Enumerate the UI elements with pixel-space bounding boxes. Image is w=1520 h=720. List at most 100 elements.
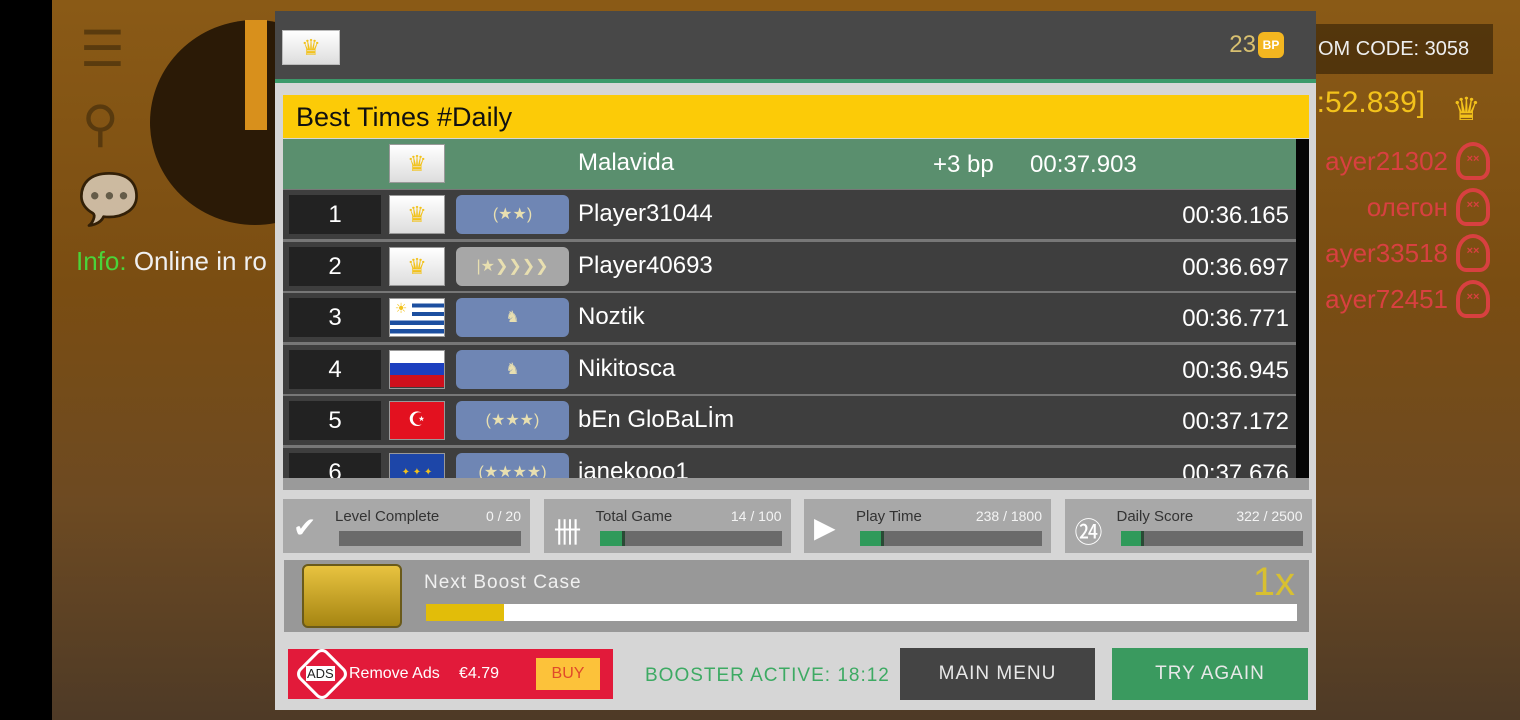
crown-icon: ♛ <box>1452 91 1481 127</box>
room-code: OM CODE: 3058 <box>1300 24 1493 74</box>
boost-case-image <box>302 564 402 628</box>
stat-play-time: ▶ Play Time 238 / 1800 <box>804 499 1051 553</box>
player-name: Malavida <box>578 149 675 176</box>
remove-ads-price: €4.79 <box>459 665 500 682</box>
modal-header: ♛ 23 BP <box>275 11 1316 83</box>
flag-turkey-icon: ☪ <box>389 401 445 440</box>
killfeed: ayer21302 ×× олегон ×× ayer33518 ×× ayer724… <box>1325 138 1490 322</box>
crown-icon: ♛ <box>389 195 445 234</box>
chat-icon[interactable]: 💬 <box>78 170 140 229</box>
rank-badge-soldier-icon: ♞ <box>456 349 569 389</box>
boost-progress-fill <box>426 604 505 621</box>
rank-badge-silver-chevrons-icon: |★❯❯❯❯ <box>456 246 569 286</box>
bp-icon: BP <box>1258 32 1284 58</box>
my-row: ♛ Malavida +3 bp 00:37.903 <box>283 139 1297 189</box>
stat-progress-fill <box>1120 531 1145 546</box>
info-message: Info: Online in ro <box>76 246 267 277</box>
flag-uruguay-icon: ☀ <box>389 298 445 337</box>
skull-icon: ×× <box>1456 188 1490 226</box>
rank: 4 <box>289 349 381 389</box>
flag-russia-icon <box>389 349 445 389</box>
bp-count: 23 <box>1229 31 1256 58</box>
main-menu-button[interactable]: MAIN MENU <box>900 648 1095 700</box>
booster-status: BOOSTER ACTIVE: 18:12 <box>645 665 890 686</box>
scrollbar[interactable] <box>1296 139 1309 490</box>
rank-badge-laurel-3-stars-icon: (★★★) <box>456 401 569 440</box>
stat-progress <box>339 531 521 546</box>
player-time: 00:36.697 <box>1182 253 1289 281</box>
crown-icon: ♛ <box>389 144 445 183</box>
play-icon: ▶ <box>814 512 836 543</box>
stat-progress-fill <box>860 531 884 546</box>
kill-entry: ayer72451 ×× <box>1325 276 1490 322</box>
rank: 3 <box>289 298 381 337</box>
player-name: Noztik <box>578 303 645 330</box>
results-modal: ♛ 23 BP Best Times #Daily ♛ Malavida +3 b… <box>275 11 1316 710</box>
stat-progress-fill <box>599 531 625 546</box>
info-label: Info: <box>76 246 127 276</box>
leaderboard-list[interactable]: ♛ Malavida +3 bp 00:37.903 1 ♛ (★★) Playe… <box>283 139 1309 490</box>
rank-badge-laurel-2-stars-icon: (★★) <box>456 195 569 234</box>
stat-progress <box>860 531 1042 546</box>
list-footer <box>283 478 1309 490</box>
stat-level-complete: ✔ Level Complete 0 / 20 <box>283 499 530 553</box>
table-row[interactable]: 4 ♞ Nikitosca 00:36.945 <box>283 344 1297 394</box>
menu-icon[interactable]: ☰ <box>80 20 125 78</box>
player-name: Player31044 <box>578 200 713 227</box>
stat-daily-score: ㉔ Daily Score 322 / 2500 <box>1064 499 1312 553</box>
player-time: 00:37.172 <box>1182 408 1289 435</box>
table-row[interactable]: 1 ♛ (★★) Player31044 00:36.165 <box>283 190 1297 239</box>
player-name: Player40693 <box>578 251 713 279</box>
player-name: bEn GloBaLİm <box>578 406 735 433</box>
player-time: 00:37.903 <box>1030 151 1137 178</box>
stat-name: Level Complete <box>335 508 440 525</box>
stat-value: 238 / 1800 <box>975 508 1042 524</box>
check-circle-icon: ✔ <box>293 512 317 543</box>
stat-total-game: 卌 Total Game 14 / 100 <box>543 499 791 553</box>
crown-icon: ♛ <box>389 246 445 286</box>
rank: 5 <box>289 401 381 440</box>
remove-ads-panel[interactable]: ADS Remove Ads €4.79 BUY <box>288 645 613 703</box>
stat-value: 0 / 20 <box>485 508 521 524</box>
boost-case-panel: Next Boost Case 1x <box>284 560 1309 632</box>
skull-icon: ×× <box>1456 142 1490 180</box>
leaderboard-title: Best Times #Daily <box>283 95 1309 138</box>
stat-name: Total Game <box>595 508 673 525</box>
rank: 2 <box>289 246 381 286</box>
info-text: Online in ro <box>133 246 267 276</box>
table-row[interactable]: 3 ☀ ♞ Noztik 00:36.771 <box>283 293 1297 342</box>
try-again-button[interactable]: TRY AGAIN <box>1112 648 1308 700</box>
kill-entry: ayer33518 ×× <box>1325 230 1490 276</box>
kill-name: ayer33518 <box>1325 237 1448 268</box>
tally-icon: 卌 <box>553 517 582 548</box>
player-time: 00:36.165 <box>1182 202 1289 229</box>
stat-name: Play Time <box>856 508 922 525</box>
remove-ads-label: Remove Ads <box>349 665 440 682</box>
no-ads-icon-text: ADS <box>306 666 335 681</box>
crown-tab-button[interactable]: ♛ <box>282 30 340 65</box>
stat-name: Daily Score <box>1116 508 1194 525</box>
table-row[interactable]: 2 ♛ |★❯❯❯❯ Player40693 00:36.697 <box>283 241 1297 291</box>
kill-entry: ayer21302 ×× <box>1325 138 1490 184</box>
buy-button[interactable]: BUY <box>536 658 600 690</box>
stat-progress <box>1120 531 1303 546</box>
stat-progress <box>599 531 782 546</box>
table-row[interactable]: 5 ☪ (★★★) bEn GloBaLİm 00:37.172 <box>283 396 1297 445</box>
stat-value: 322 / 2500 <box>1236 508 1303 524</box>
bp-gain: +3 bp <box>933 151 994 178</box>
kill-name: ayer21302 <box>1325 145 1448 176</box>
boost-progress <box>426 604 1297 621</box>
minimap-markers <box>245 20 267 130</box>
location-icon[interactable]: ⚲ <box>82 95 119 153</box>
stat-value: 14 / 100 <box>730 508 782 524</box>
player-time: 00:36.945 <box>1182 356 1289 384</box>
rank-badge-soldier-icon: ♞ <box>456 298 569 337</box>
best-time: 0:52.839] <box>1300 86 1426 119</box>
kill-entry: олегон ×× <box>1325 184 1490 230</box>
kill-name: ayer72451 <box>1325 283 1448 314</box>
boost-multiplier: 1x <box>1252 560 1295 604</box>
player-time: 00:36.771 <box>1182 305 1289 332</box>
kill-name: олегон <box>1366 191 1448 222</box>
screen-edge <box>0 0 52 720</box>
rank: 1 <box>289 195 381 234</box>
